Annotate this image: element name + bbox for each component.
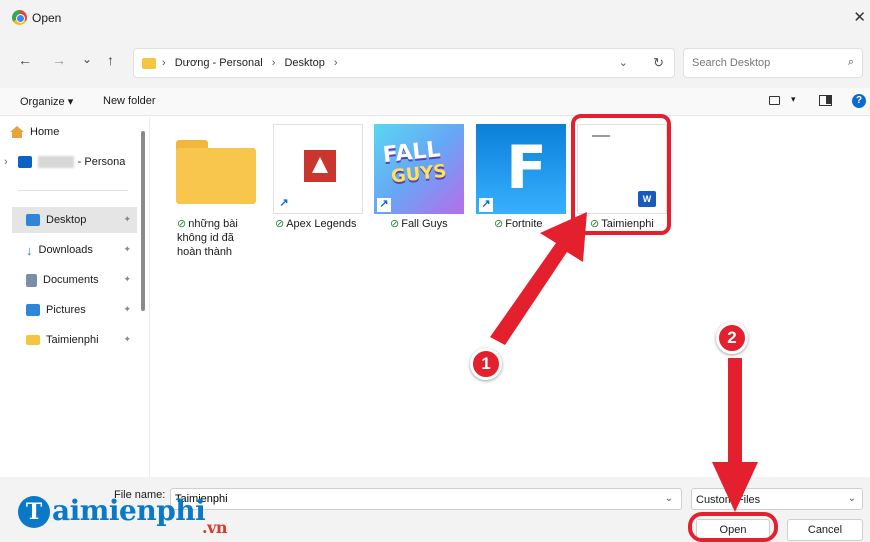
navigation-bar: ← → ⌄ ↑ › Dương - Personal › Desktop › ⌄… (0, 36, 870, 88)
pin-icon[interactable]: ✦ (123, 334, 131, 345)
sidebar-item-label: Taimienphi (46, 334, 99, 346)
sidebar-item-label: Pictures (46, 304, 86, 316)
sidebar-item-desktop[interactable]: Desktop ✦ (12, 207, 137, 233)
desktop-icon (26, 214, 40, 226)
search-input[interactable] (692, 57, 832, 69)
file-list: ⊘ những bài không id đã hoàn thành ↗ ⊘ Ape… (150, 114, 870, 477)
breadcrumb-separator: › (162, 57, 166, 69)
view-dropdown-icon[interactable]: ▾ (791, 94, 796, 105)
file-type-value: Custom Files (696, 494, 761, 506)
sidebar-scrollbar[interactable] (141, 131, 145, 311)
pin-icon[interactable]: ✦ (123, 214, 131, 225)
sidebar-item-label: Downloads (38, 244, 93, 256)
new-folder-button[interactable]: New folder (103, 95, 156, 107)
chevron-down-icon[interactable]: ⌄ (665, 493, 673, 504)
logo-letter: T (18, 496, 50, 528)
sync-check-icon: ⊘ (275, 218, 285, 230)
sidebar-item-label: Documents (43, 274, 99, 286)
download-icon: ↓ (26, 242, 33, 258)
file-item-fortnite[interactable]: F ↗ (476, 124, 566, 214)
cancel-button[interactable]: Cancel (787, 519, 863, 541)
chevron-down-icon[interactable]: ⌄ (619, 56, 628, 69)
search-icon[interactable]: ⌕ (848, 56, 854, 69)
logo-wordmark: aimienphi .vn (52, 494, 228, 537)
sidebar-item-downloads[interactable]: ↓ Downloads ✦ (12, 237, 137, 263)
view-icon[interactable] (769, 96, 780, 105)
home-icon (10, 126, 24, 138)
close-icon[interactable]: ✕ (853, 8, 866, 26)
pin-icon[interactable]: ✦ (123, 274, 131, 285)
shortcut-arrow-icon: ↗ (277, 197, 291, 211)
forward-arrow-icon[interactable]: → (52, 52, 66, 68)
open-highlight-ring (688, 512, 778, 542)
file-label-fall-guys: ⊘ Fall Guys (390, 218, 448, 230)
file-name-field[interactable]: ⌄ (170, 488, 682, 510)
sync-check-icon: ⊘ (177, 218, 187, 230)
blurred-account-name (37, 156, 74, 168)
breadcrumb: › Dương - Personal › Desktop › (162, 57, 344, 69)
sidebar-item-onedrive[interactable]: › - Persona (4, 149, 140, 175)
file-item-fall-guys[interactable]: FALL GUYS ↗ (374, 124, 464, 214)
search-box[interactable]: ⌕ (683, 48, 863, 78)
file-label-fortnite: ⊘ Fortnite (494, 218, 543, 230)
folder-icon (142, 58, 156, 69)
file-label-folder: ⊘ những bài không id đã hoàn thành (177, 218, 238, 258)
breadcrumb-desktop[interactable]: Desktop (284, 57, 324, 69)
command-toolbar: Organize ▾ New folder ▾ ? (0, 88, 870, 116)
file-type-select[interactable]: Custom Files ⌄ (691, 488, 863, 510)
chevron-down-icon[interactable]: ⌄ (848, 493, 856, 504)
breadcrumb-separator: › (333, 57, 338, 69)
sidebar-item-label: Desktop (46, 214, 87, 226)
breadcrumb-separator: › (271, 57, 276, 69)
sidebar-item-documents[interactable]: Documents ✦ (12, 267, 137, 293)
sidebar-item-taimienphi[interactable]: Taimienphi ✦ (12, 327, 137, 353)
file-label-apex-legends: ⊘ Apex Legends (275, 218, 357, 230)
sync-check-icon: ⊘ (494, 218, 504, 230)
folder-icon (176, 140, 256, 204)
onedrive-cloud-icon (17, 156, 32, 168)
step-2-badge: 2 (716, 322, 748, 354)
sidebar-item-pictures[interactable]: Pictures ✦ (12, 297, 137, 323)
documents-icon (26, 273, 37, 287)
fall-guys-logo-icon: FALL GUYS (381, 137, 448, 188)
refresh-icon[interactable]: ↻ (653, 55, 664, 71)
sidebar-divider (18, 190, 128, 191)
sidebar-item-label: Home (30, 126, 60, 138)
folder-icon (26, 335, 40, 345)
address-bar[interactable]: › Dương - Personal › Desktop › ⌄ ↻ (133, 48, 675, 78)
chrome-icon (12, 10, 27, 25)
window-title: Open (32, 11, 62, 25)
pictures-icon (26, 304, 40, 316)
recent-locations-icon[interactable]: ⌄ (82, 52, 92, 66)
back-arrow-icon[interactable]: ← (18, 52, 32, 68)
shortcut-arrow-icon: ↗ (479, 198, 493, 212)
file-item-folder[interactable] (170, 124, 260, 214)
up-arrow-icon[interactable]: ↑ (107, 52, 114, 68)
selection-highlight-ring (571, 114, 671, 235)
shortcut-arrow-icon: ↗ (377, 198, 391, 212)
help-icon[interactable]: ? (852, 94, 866, 108)
file-item-apex-legends[interactable]: ↗ (273, 124, 363, 214)
organize-button[interactable]: Organize ▾ (20, 95, 73, 108)
expand-chevron-icon[interactable]: › (4, 156, 8, 168)
pin-icon[interactable]: ✦ (123, 304, 131, 315)
sidebar-item-home[interactable]: Home (10, 119, 135, 145)
sidebar-item-label: - Persona (77, 156, 126, 168)
breadcrumb-personal[interactable]: Dương - Personal (175, 57, 263, 69)
sync-check-icon: ⊘ (390, 218, 400, 230)
pin-icon[interactable]: ✦ (123, 244, 131, 255)
preview-pane-icon[interactable] (819, 95, 832, 106)
navigation-pane: Home › - Persona Desktop ✦ ↓ Downloads ✦… (0, 117, 150, 477)
step-1-badge: 1 (470, 348, 502, 380)
file-name-input[interactable] (175, 493, 655, 505)
fortnite-logo-icon: F (506, 133, 547, 203)
title-bar: Open ✕ (0, 0, 870, 36)
apex-legends-logo-icon (304, 150, 336, 182)
